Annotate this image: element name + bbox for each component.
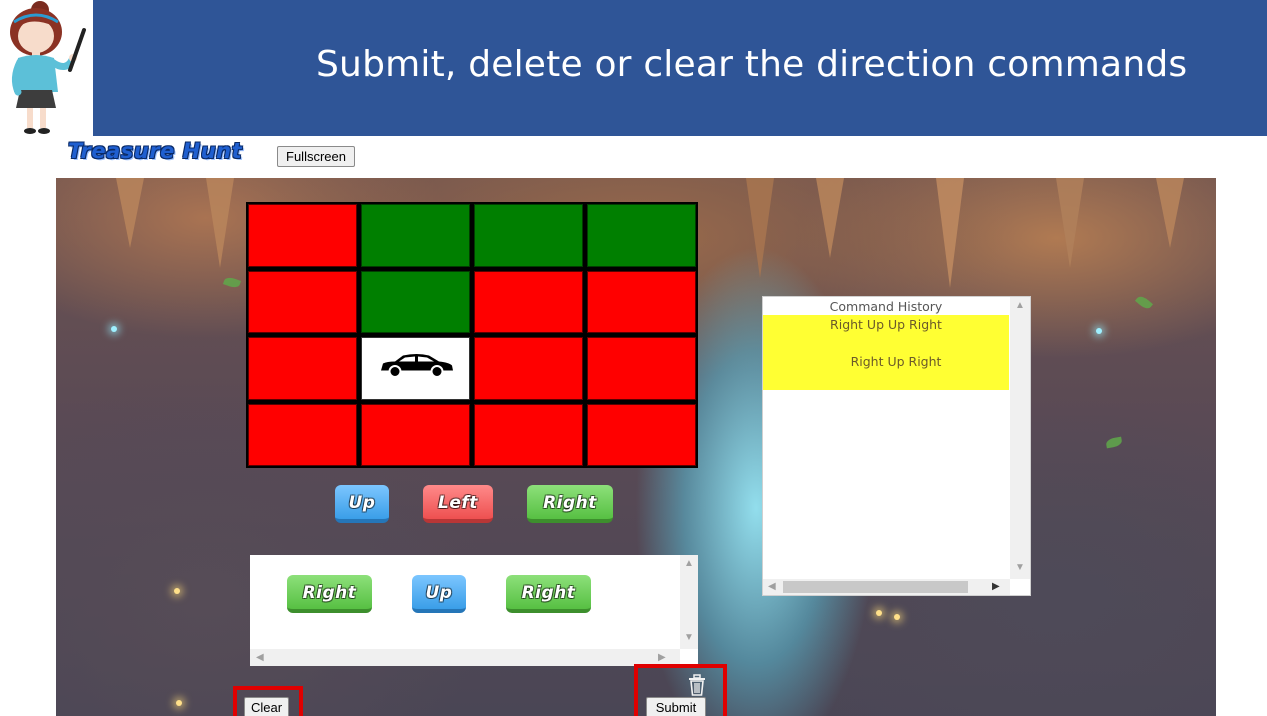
board-cell [587, 270, 696, 333]
game-board [246, 202, 698, 468]
history-entry: Right Up Right [850, 354, 942, 369]
clear-button[interactable]: Clear [244, 697, 289, 716]
board-cell [248, 204, 357, 267]
trash-icon[interactable] [686, 673, 708, 697]
scroll-right-arrow-icon[interactable]: ▶ [658, 653, 666, 663]
slide-header: Submit, delete or clear the direction co… [93, 0, 1267, 136]
board-cell [587, 403, 696, 466]
scroll-left-arrow-icon[interactable]: ◀ [768, 582, 776, 592]
slide-title: Submit, delete or clear the direction co… [316, 44, 1188, 85]
glow-decoration [1096, 328, 1102, 334]
glow-decoration [174, 588, 180, 594]
scroll-left-arrow-icon[interactable]: ◀ [256, 653, 264, 663]
left-button[interactable]: Left [423, 485, 493, 523]
board-cell [474, 270, 583, 333]
command-history-panel: Command History Right Up Up Right Right … [762, 296, 1031, 596]
glow-decoration [894, 614, 900, 620]
board-cell [361, 204, 470, 267]
stalactite-decoration [116, 178, 144, 248]
teacher-avatar [0, 0, 93, 136]
leaf-decoration [222, 275, 242, 290]
scroll-up-arrow-icon[interactable]: ▲ [1015, 301, 1025, 311]
command-history-title: Command History [829, 299, 943, 314]
board-cell [248, 270, 357, 333]
board-cell [361, 270, 470, 333]
queued-command[interactable]: Up [412, 575, 466, 613]
stalactite-decoration [816, 178, 844, 258]
up-button[interactable]: Up [335, 485, 389, 523]
history-vertical-scrollbar[interactable]: ▲ ▼ [1010, 297, 1030, 579]
board-cell [587, 337, 696, 400]
stalactite-decoration [746, 178, 774, 278]
car-icon [377, 353, 455, 384]
scroll-down-arrow-icon[interactable]: ▼ [684, 633, 694, 643]
queue-horizontal-scrollbar[interactable]: ◀ ▶ [250, 649, 680, 666]
board-cell [474, 337, 583, 400]
command-queue: Right Up Right ▲ ▼ ◀ ▶ [250, 555, 698, 666]
history-horizontal-scrollbar[interactable]: ◀ ▶ [763, 579, 1010, 595]
glow-decoration [176, 700, 182, 706]
board-cell [248, 403, 357, 466]
board-cell [361, 403, 470, 466]
board-cell [474, 204, 583, 267]
queued-command[interactable]: Right [287, 575, 372, 613]
leaf-decoration [1134, 293, 1154, 312]
submit-button[interactable]: Submit [646, 697, 706, 716]
game-canvas: Up Left Right Right Up Right ▲ ▼ ◀ ▶ Com… [56, 178, 1216, 716]
scroll-thumb[interactable] [783, 581, 968, 593]
board-cell [474, 403, 583, 466]
queue-vertical-scrollbar[interactable]: ▲ ▼ [680, 555, 698, 649]
stalactite-decoration [1156, 178, 1184, 248]
scroll-up-arrow-icon[interactable]: ▲ [684, 559, 694, 569]
stalactite-decoration [206, 178, 234, 268]
scroll-right-arrow-icon[interactable]: ▶ [992, 582, 1000, 592]
queued-command[interactable]: Right [506, 575, 591, 613]
fullscreen-button[interactable]: Fullscreen [277, 146, 355, 167]
treasure-hunt-logo: Treasure Hunt [68, 139, 243, 163]
board-cell [361, 337, 470, 400]
glow-decoration [876, 610, 882, 616]
right-button[interactable]: Right [527, 485, 613, 523]
stalactite-decoration [1056, 178, 1084, 268]
board-cell [248, 337, 357, 400]
board-cell [587, 204, 696, 267]
glow-decoration [111, 326, 117, 332]
scroll-down-arrow-icon[interactable]: ▼ [1015, 563, 1025, 573]
leaf-decoration [1105, 436, 1123, 449]
stalactite-decoration [936, 178, 964, 288]
history-entry: Right Up Up Right [830, 317, 942, 332]
